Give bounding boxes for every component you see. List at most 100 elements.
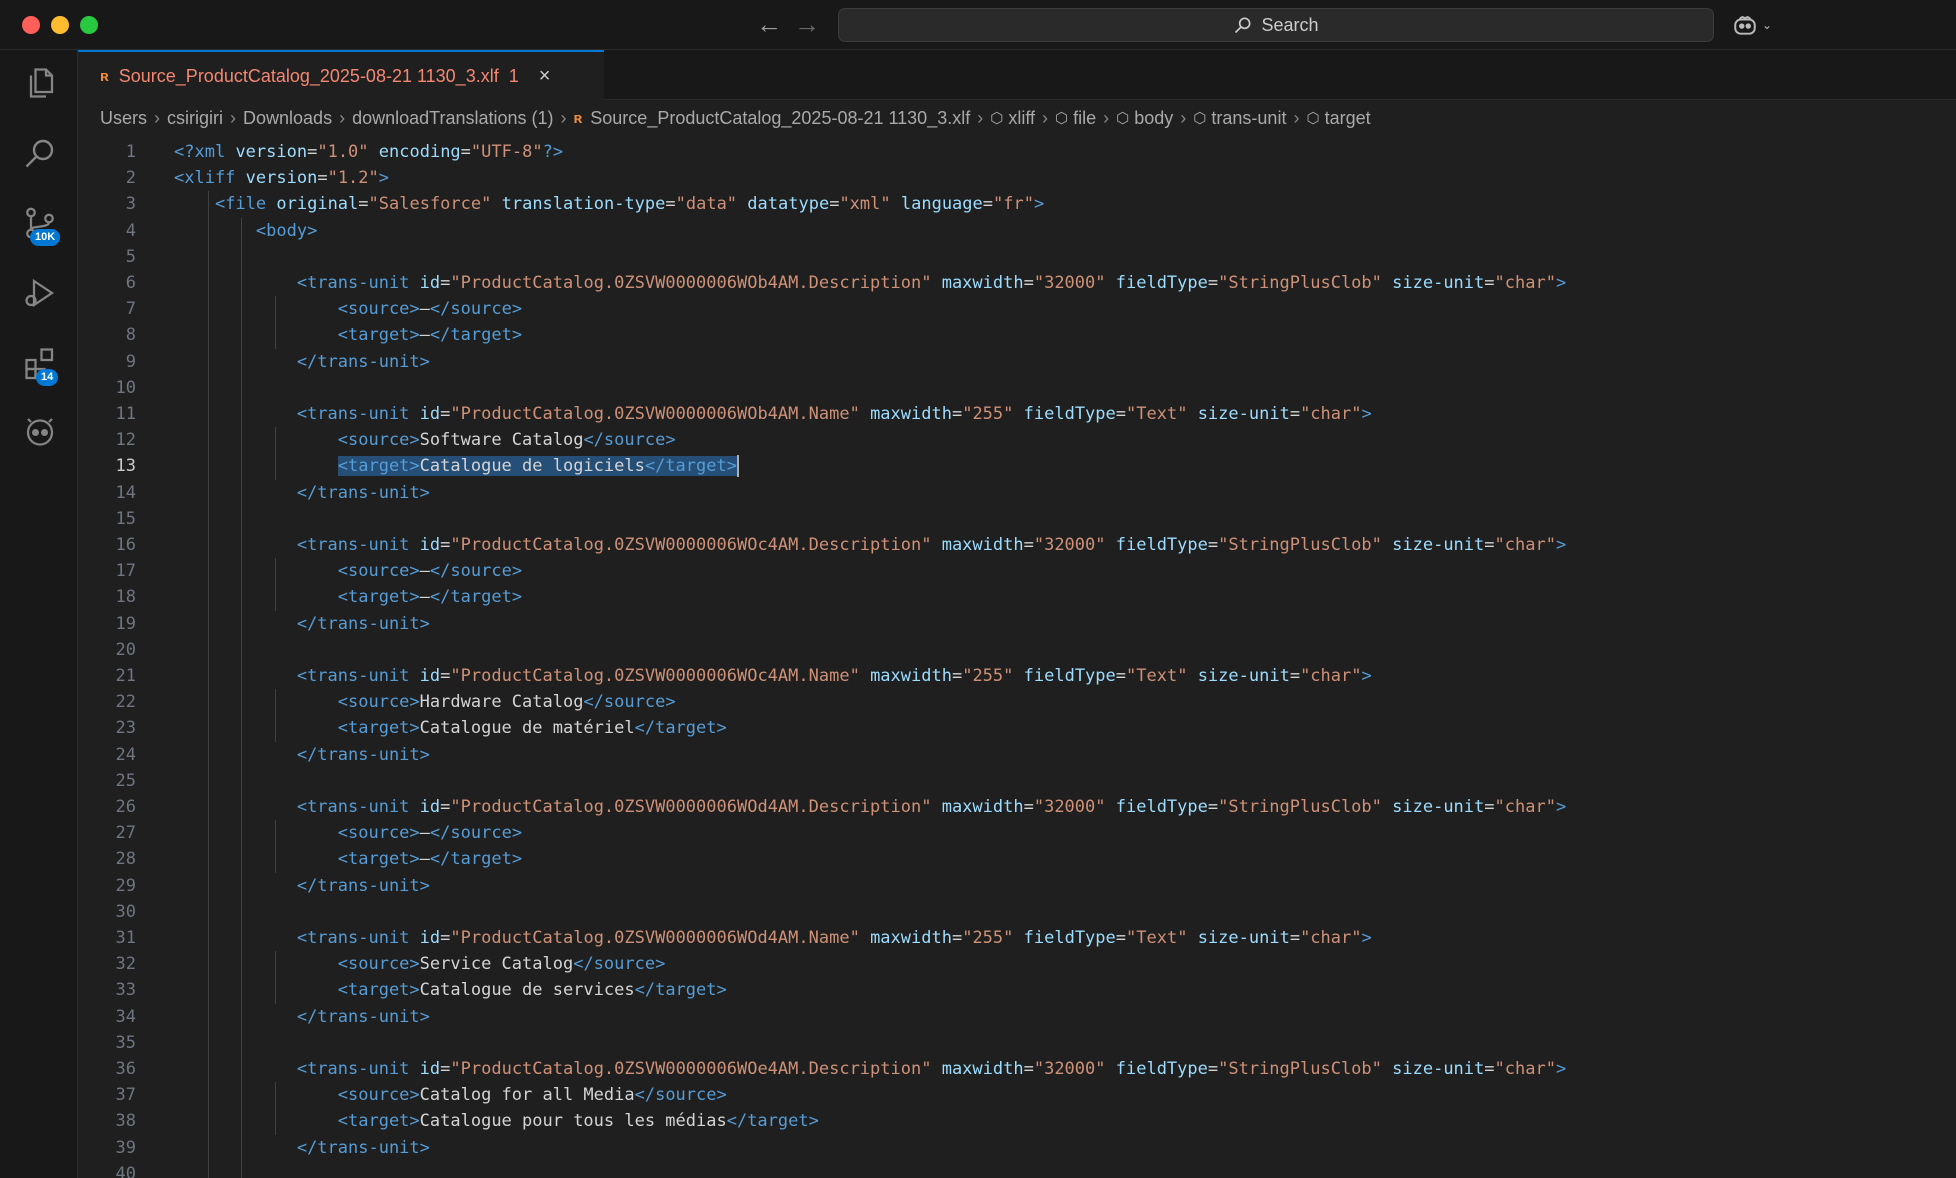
code-text: <source>Service Catalog</source>: [337, 954, 666, 975]
code-line[interactable]: 30: [78, 899, 1956, 925]
minimize-window-button[interactable]: [51, 16, 69, 34]
line-number: 7: [125, 299, 136, 320]
line-number: 9: [125, 351, 136, 372]
code-text: <trans-unit id="ProductCatalog.0ZSVW0000…: [296, 404, 1372, 424]
code-line[interactable]: 11 <trans-unit id="ProductCatalog.0ZSVW0…: [78, 401, 1956, 427]
activity-search[interactable]: [22, 135, 60, 173]
code-line[interactable]: 31 <trans-unit id="ProductCatalog.0ZSVW0…: [78, 925, 1956, 951]
breadcrumb-item[interactable]: trans-unit: [1211, 108, 1286, 129]
chevron-right-icon: ›: [1293, 107, 1300, 128]
code-line[interactable]: 24 </trans-unit>: [78, 742, 1956, 768]
chevron-down-icon: ⌄: [1762, 18, 1773, 32]
code-editor[interactable]: 1 <?xml version="1.0" encoding="UTF-8"?> 2…: [78, 135, 1956, 1178]
code-line[interactable]: 35: [78, 1030, 1956, 1056]
code-line[interactable]: 14 </trans-unit>: [78, 480, 1956, 506]
code-line[interactable]: 39 </trans-unit>: [78, 1135, 1956, 1161]
code-text: <source>Software Catalog</source>: [337, 430, 676, 451]
line-number: 27: [115, 823, 136, 844]
code-line[interactable]: 4 <body>: [78, 218, 1956, 244]
command-search-box[interactable]: Search: [838, 8, 1714, 42]
code-line[interactable]: 23 <target>Catalogue de matériel</target…: [78, 715, 1956, 741]
code-line[interactable]: 25: [78, 768, 1956, 794]
indent-guide: [274, 1082, 276, 1135]
code-line[interactable]: 16 <trans-unit id="ProductCatalog.0ZSVW0…: [78, 532, 1956, 558]
activity-source-control[interactable]: 10K: [22, 205, 61, 246]
code-text: <source>Catalog for all Media</source>: [337, 1085, 727, 1106]
activity-run-debug[interactable]: [22, 275, 60, 313]
indent-guide: [274, 820, 276, 873]
code-line[interactable]: 40: [78, 1161, 1956, 1178]
rss-file-icon: ʀ: [100, 67, 109, 85]
code-line[interactable]: 19 </trans-unit>: [78, 611, 1956, 637]
code-line[interactable]: 15: [78, 506, 1956, 532]
code-line[interactable]: 9 </trans-unit>: [78, 349, 1956, 375]
code-line[interactable]: 20: [78, 637, 1956, 663]
code-text: <target>Catalogue pour tous les médias</…: [337, 1111, 819, 1132]
line-number: 17: [115, 561, 136, 582]
line-number: 26: [115, 797, 136, 817]
breadcrumb: Users › csirigiri › Downloads › downloadTra…: [100, 104, 1371, 132]
activity-extensions[interactable]: 14: [22, 345, 60, 386]
line-number: 21: [115, 666, 136, 686]
copilot-icon: [26, 418, 54, 446]
activity-copilot[interactable]: [22, 413, 60, 451]
maximize-window-button[interactable]: [80, 16, 98, 34]
search-icon: [1235, 17, 1251, 34]
code-line[interactable]: 28 <target>–</target>: [78, 846, 1956, 872]
code-line[interactable]: 22 <source>Hardware Catalog</source>: [78, 689, 1956, 715]
code-line[interactable]: 26 <trans-unit id="ProductCatalog.0ZSVW0…: [78, 794, 1956, 820]
code-line[interactable]: 33 <target>Catalogue de services</target…: [78, 977, 1956, 1003]
code-line[interactable]: 27 <source>–</source>: [78, 820, 1956, 846]
code-line[interactable]: 17 <source>–</source>: [78, 558, 1956, 584]
code-line[interactable]: 12 <source>Software Catalog</source>: [78, 427, 1956, 453]
code-line[interactable]: 8 <target>–</target>: [78, 322, 1956, 348]
copilot-menu-button[interactable]: ⌄: [1732, 12, 1772, 38]
code-line[interactable]: 7 <source>–</source>: [78, 296, 1956, 322]
activity-explorer[interactable]: [22, 65, 60, 103]
close-icon[interactable]: ×: [539, 65, 551, 88]
line-number: 30: [115, 901, 136, 922]
code-text: <source>–</source>: [337, 299, 523, 320]
code-line[interactable]: 5: [78, 244, 1956, 270]
code-text: </trans-unit>: [296, 744, 430, 765]
rss-file-icon: ʀ: [573, 109, 583, 127]
back-arrow-icon[interactable]: ←: [756, 8, 782, 40]
breadcrumb-item[interactable]: Users: [100, 108, 147, 129]
close-window-button[interactable]: [22, 16, 40, 34]
breadcrumb-item[interactable]: Source_ProductCatalog_2025-08-21 1130_3.…: [590, 108, 970, 129]
breadcrumb-item[interactable]: csirigiri: [167, 108, 223, 129]
line-number: 23: [115, 718, 136, 739]
breadcrumb-item[interactable]: xliff: [1008, 108, 1035, 129]
code-line[interactable]: 32 <source>Service Catalog</source>: [78, 951, 1956, 977]
forward-arrow-icon[interactable]: →: [794, 8, 820, 40]
line-number: 38: [115, 1111, 136, 1132]
code-line[interactable]: 2 <xliff version="1.2">: [78, 165, 1956, 191]
indent-guide: [274, 951, 276, 1004]
line-number: 4: [125, 220, 136, 241]
code-line[interactable]: 38 <target>Catalogue pour tous les média…: [78, 1108, 1956, 1134]
code-text: <target>Catalogue de matériel</target>: [337, 718, 727, 739]
breadcrumb-item[interactable]: file: [1073, 108, 1096, 129]
code-line[interactable]: 29 </trans-unit>: [78, 873, 1956, 899]
code-line[interactable]: 13 <target>Catalogue de logiciels</targe…: [78, 453, 1956, 479]
chevron-right-icon: ›: [1180, 107, 1187, 128]
tab-source-productcatalog[interactable]: ʀ Source_ProductCatalog_2025-08-21 1130_…: [78, 50, 604, 100]
search-label: Search: [1261, 14, 1319, 35]
chevron-right-icon: ›: [560, 107, 567, 128]
line-number: 10: [115, 377, 136, 398]
code-line[interactable]: 18 <target>–</target>: [78, 584, 1956, 610]
breadcrumb-item[interactable]: body: [1134, 108, 1173, 129]
breadcrumb-item[interactable]: target: [1325, 108, 1371, 129]
code-line[interactable]: 1 <?xml version="1.0" encoding="UTF-8"?>: [78, 139, 1956, 165]
code-line[interactable]: 34 </trans-unit>: [78, 1004, 1956, 1030]
breadcrumb-item[interactable]: Downloads: [243, 108, 332, 129]
code-line[interactable]: 6 <trans-unit id="ProductCatalog.0ZSVW00…: [78, 270, 1956, 296]
code-line[interactable]: 3 <file original="Salesforce" translatio…: [78, 191, 1956, 217]
code-line[interactable]: 21 <trans-unit id="ProductCatalog.0ZSVW0…: [78, 663, 1956, 689]
code-line[interactable]: 37 <source>Catalog for all Media</source…: [78, 1082, 1956, 1108]
code-line[interactable]: 36 <trans-unit id="ProductCatalog.0ZSVW0…: [78, 1056, 1956, 1082]
code-text: <trans-unit id="ProductCatalog.0ZSVW0000…: [296, 797, 1567, 817]
breadcrumb-item[interactable]: downloadTranslations (1): [352, 108, 553, 129]
code-line[interactable]: 10: [78, 375, 1956, 401]
line-number: 29: [115, 875, 136, 896]
